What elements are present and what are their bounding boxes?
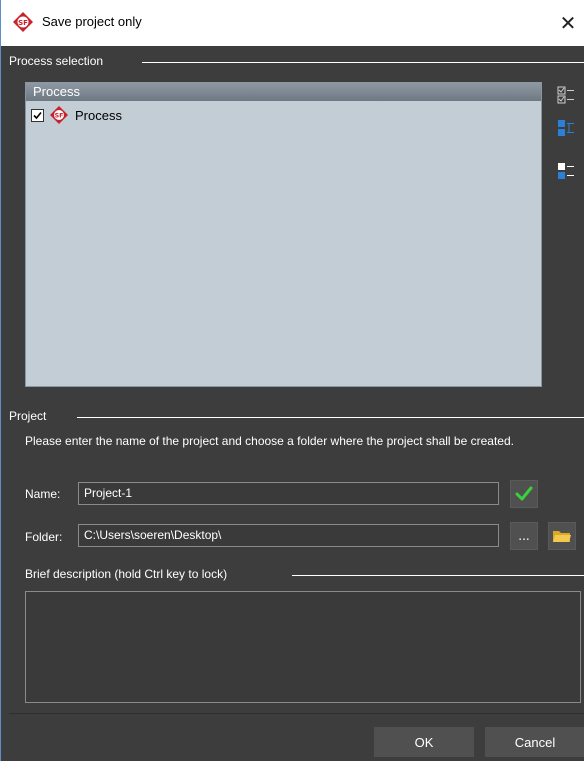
section-divider <box>292 575 584 576</box>
validate-name-button[interactable] <box>510 480 538 508</box>
section-divider <box>142 62 584 63</box>
close-icon[interactable]: ✕ <box>551 0 584 46</box>
open-folder-button[interactable] <box>548 522 576 550</box>
check-all-icon <box>557 86 574 104</box>
checkmark-icon <box>33 111 42 119</box>
svg-text:SF: SF <box>18 19 28 27</box>
checkmark-icon <box>515 486 533 501</box>
check-all-button[interactable] <box>554 84 578 106</box>
tree-item-label: Process <box>75 107 122 123</box>
name-field[interactable]: Project-1 <box>78 482 499 505</box>
tree-expand-icon <box>558 120 574 136</box>
folder-label: Folder: <box>25 530 63 544</box>
section-divider <box>77 417 584 418</box>
title-bar: SF Save project only ✕ <box>1 0 584 46</box>
description-title: Brief description (hold Ctrl key to lock… <box>25 567 228 581</box>
tree-column-header[interactable]: Process <box>26 83 541 101</box>
svg-text:SF: SF <box>55 113 64 120</box>
process-checkbox[interactable] <box>31 108 44 122</box>
invert-selection-button[interactable] <box>554 160 578 182</box>
tree-item-process[interactable]: SF Process <box>31 105 122 125</box>
app-logo-icon: SF <box>13 12 33 32</box>
folder-icon <box>553 531 571 542</box>
invert-selection-icon <box>558 163 574 179</box>
process-selection-title: Process selection <box>9 54 104 68</box>
folder-field[interactable]: C:\Users\soeren\Desktop\ <box>78 524 499 547</box>
process-icon: SF <box>50 106 68 124</box>
description-textarea[interactable] <box>25 591 581 703</box>
browse-button[interactable]: ... <box>510 522 538 550</box>
name-label: Name: <box>25 487 61 501</box>
footer-divider <box>9 713 584 714</box>
dialog-window: SF Save project only ✕ Process selection… <box>0 0 584 761</box>
cancel-button[interactable]: Cancel <box>485 727 584 757</box>
ok-button[interactable]: OK <box>374 727 474 757</box>
process-tree[interactable]: Process SF Process <box>25 82 542 387</box>
project-section-title: Project <box>9 409 47 423</box>
expand-tree-button[interactable] <box>554 117 578 139</box>
project-instructions: Please enter the name of the project and… <box>25 434 514 448</box>
window-title: Save project only <box>42 14 142 29</box>
